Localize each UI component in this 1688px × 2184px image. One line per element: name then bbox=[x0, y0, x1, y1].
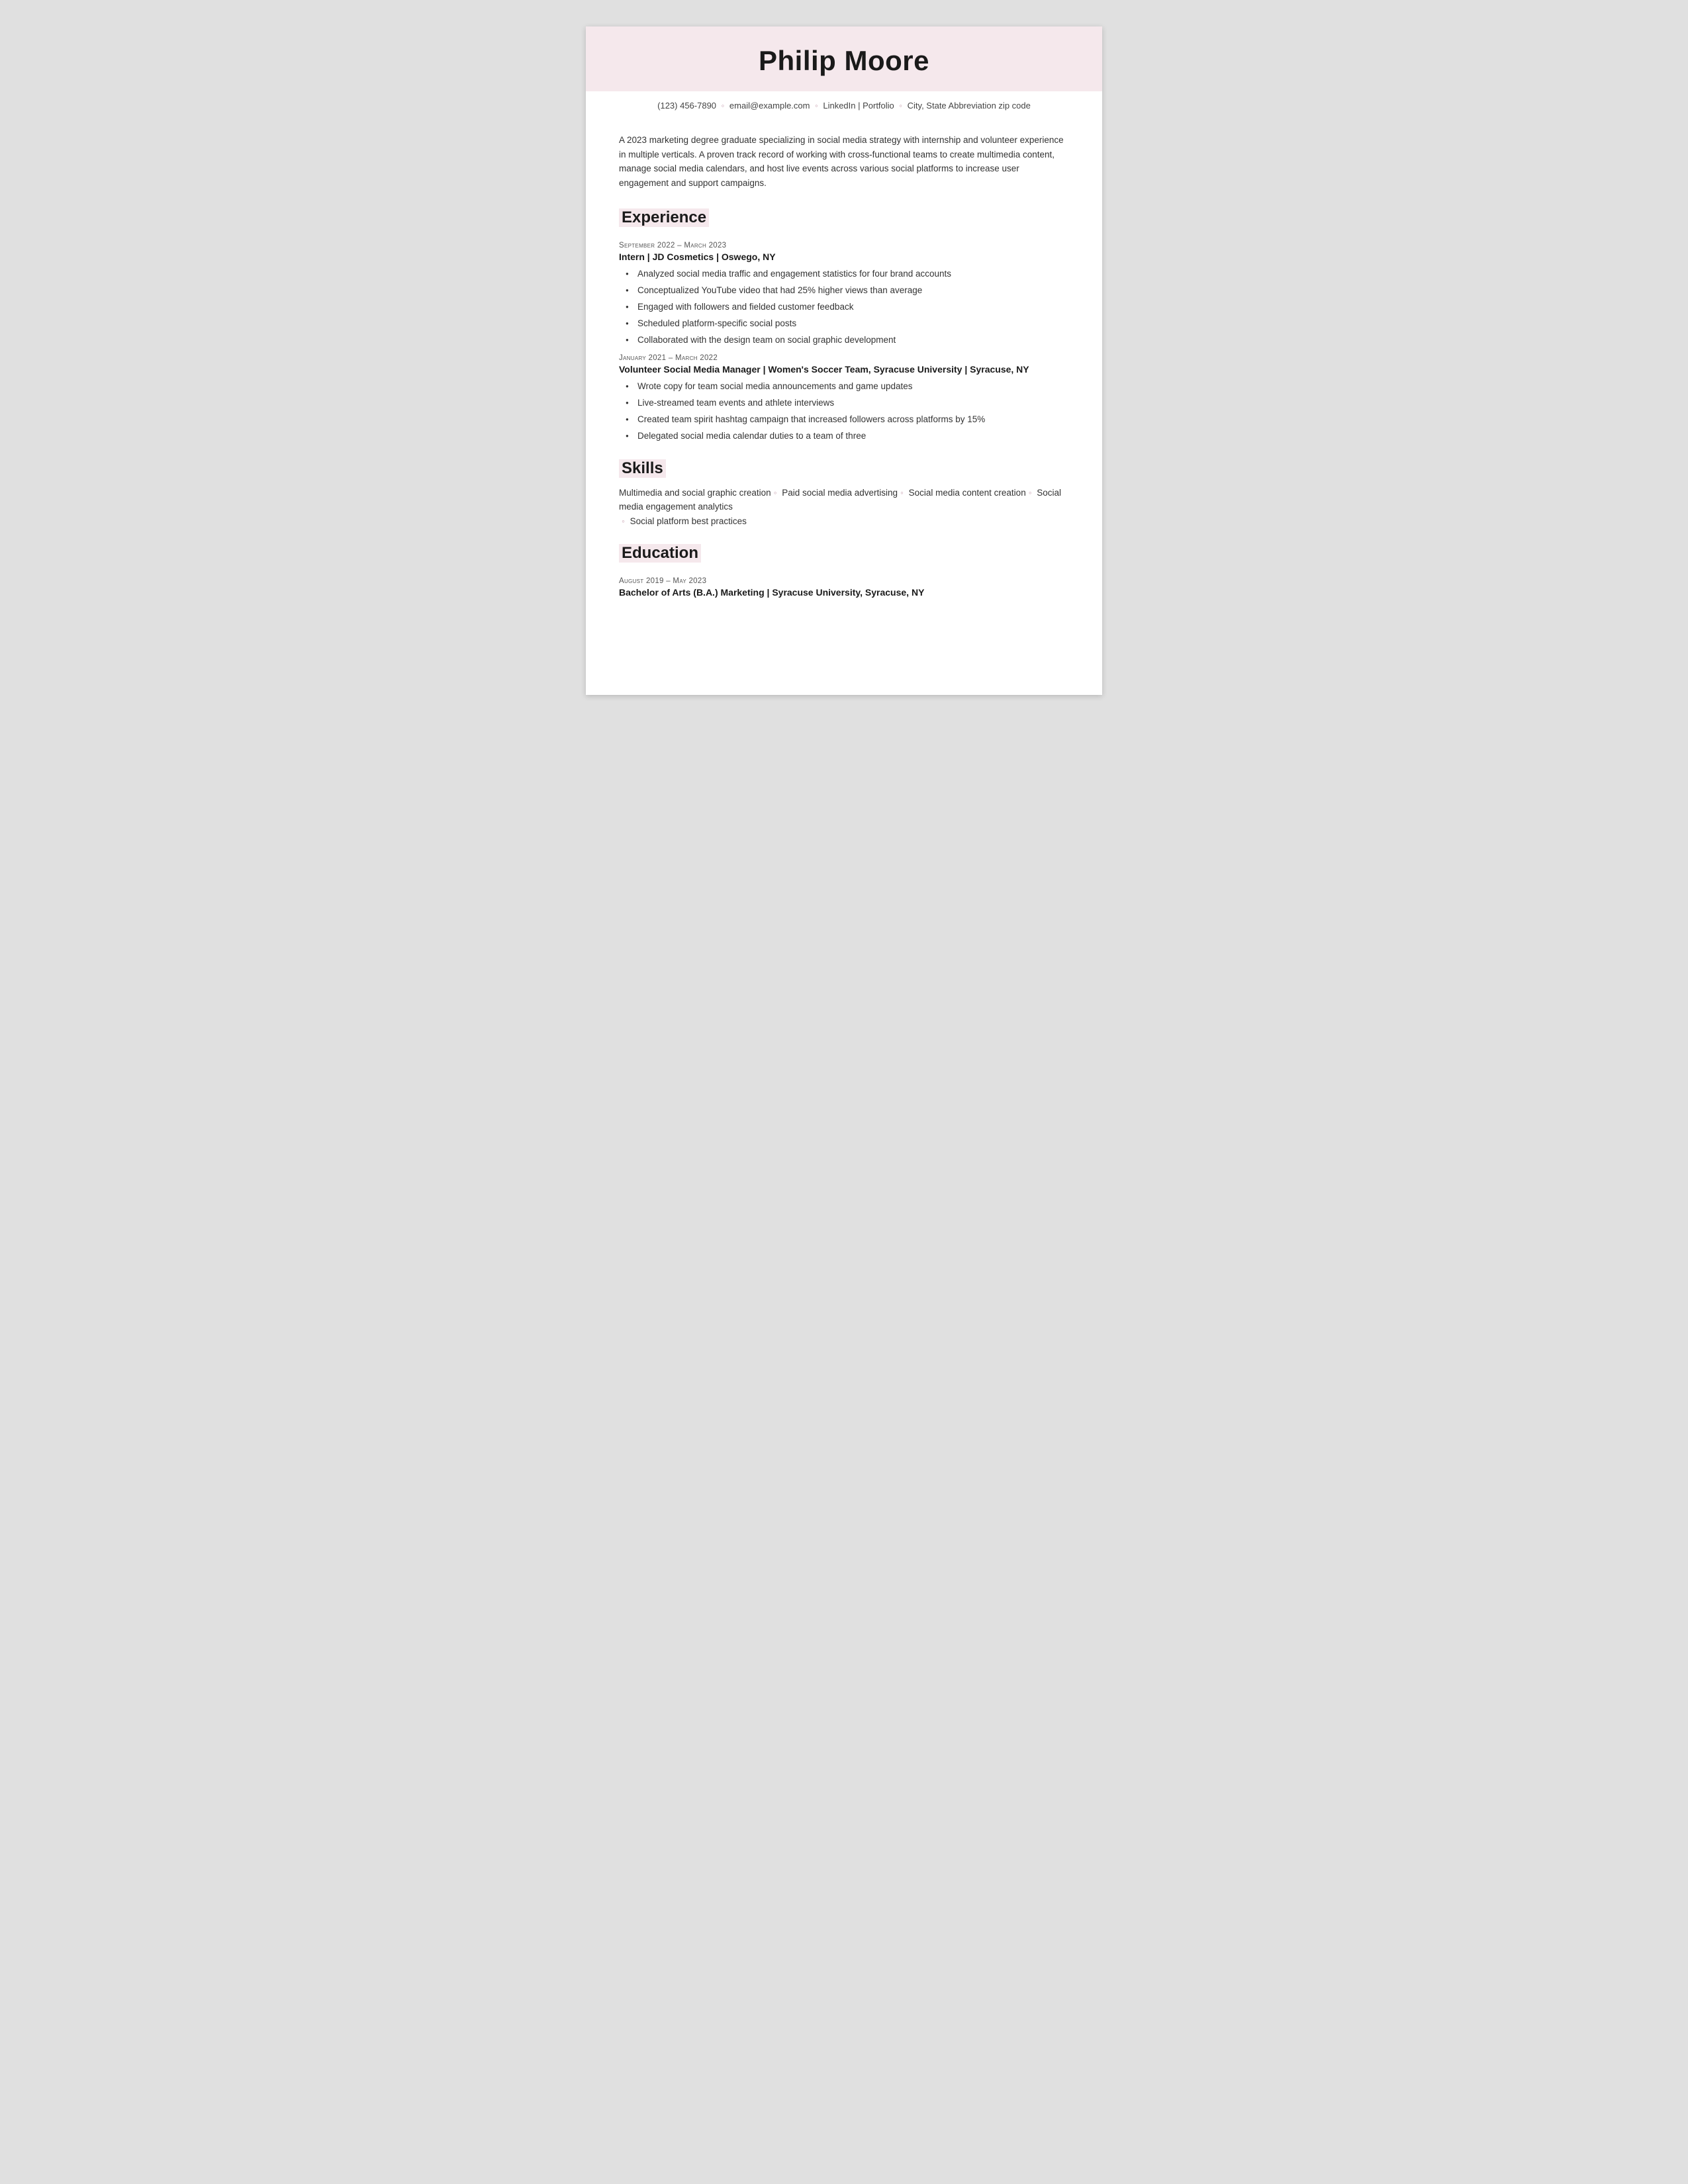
list-item: Conceptualized YouTube video that had 25… bbox=[626, 284, 1069, 298]
list-item: Wrote copy for team social media announc… bbox=[626, 380, 1069, 394]
skill-item-2: Social media content creation bbox=[909, 488, 1026, 498]
edu-degree: Bachelor of Arts (B.A.) Marketing | Syra… bbox=[619, 587, 1069, 598]
job1-title: Intern | JD Cosmetics | Oswego, NY bbox=[619, 251, 1069, 262]
job2-title: Volunteer Social Media Manager | Women's… bbox=[619, 364, 1069, 375]
skills-content: Multimedia and social graphic creation◦ … bbox=[619, 486, 1069, 529]
list-item: Delegated social media calendar duties t… bbox=[626, 430, 1069, 443]
job2-date: January 2021 – March 2022 bbox=[619, 354, 1069, 362]
experience-section: Experience September 2022 – March 2023 I… bbox=[619, 208, 1069, 443]
skill-sep-2: ◦ bbox=[1029, 488, 1032, 498]
job1-bullets: Analyzed social media traffic and engage… bbox=[626, 267, 1069, 347]
contact-email: email@example.com bbox=[729, 101, 810, 111]
skill-sep-3: ◦ bbox=[622, 516, 625, 526]
skills-title: Skills bbox=[619, 459, 666, 478]
resume-body: A 2023 marketing degree graduate special… bbox=[586, 117, 1102, 598]
contact-phone: (123) 456-7890 bbox=[657, 101, 716, 111]
list-item: Engaged with followers and fielded custo… bbox=[626, 300, 1069, 314]
job-entry-1: September 2022 – March 2023 Intern | JD … bbox=[619, 242, 1069, 347]
list-item: Analyzed social media traffic and engage… bbox=[626, 267, 1069, 281]
job1-date: September 2022 – March 2023 bbox=[619, 242, 1069, 250]
job-entry-2: January 2021 – March 2022 Volunteer Soci… bbox=[619, 354, 1069, 443]
list-item: Live-streamed team events and athlete in… bbox=[626, 396, 1069, 410]
edu-entry-0: August 2019 – May 2023 Bachelor of Arts … bbox=[619, 577, 1069, 598]
skills-section: Skills Multimedia and social graphic cre… bbox=[619, 459, 1069, 529]
list-item: Created team spirit hashtag campaign tha… bbox=[626, 413, 1069, 427]
contact-linkedin: LinkedIn | Portfolio bbox=[823, 101, 894, 111]
sep1: ◦ bbox=[722, 101, 725, 111]
sep3: ◦ bbox=[899, 101, 902, 111]
edu-date: August 2019 – May 2023 bbox=[619, 577, 1069, 585]
skill-sep-0: ◦ bbox=[774, 488, 777, 498]
job2-bullets: Wrote copy for team social media announc… bbox=[626, 380, 1069, 443]
skill-item-0: Multimedia and social graphic creation bbox=[619, 488, 771, 498]
list-item: Collaborated with the design team on soc… bbox=[626, 334, 1069, 347]
summary-section: A 2023 marketing degree graduate special… bbox=[619, 133, 1069, 190]
header-banner: Philip Moore bbox=[586, 26, 1102, 91]
contact-location: City, State Abbreviation zip code bbox=[908, 101, 1031, 111]
experience-title: Experience bbox=[619, 208, 709, 227]
skill-sep-1: ◦ bbox=[900, 488, 904, 498]
sep2: ◦ bbox=[815, 101, 818, 111]
list-item: Scheduled platform-specific social posts bbox=[626, 317, 1069, 331]
education-section: Education August 2019 – May 2023 Bachelo… bbox=[619, 544, 1069, 598]
skill-item-1: Paid social media advertising bbox=[782, 488, 898, 498]
skill-item-4: Social platform best practices bbox=[630, 516, 747, 526]
summary-text: A 2023 marketing degree graduate special… bbox=[619, 133, 1069, 190]
candidate-name: Philip Moore bbox=[612, 45, 1076, 77]
resume-page: Philip Moore (123) 456-7890 ◦ email@exam… bbox=[586, 26, 1102, 695]
education-title: Education bbox=[619, 544, 701, 563]
contact-bar: (123) 456-7890 ◦ email@example.com ◦ Lin… bbox=[586, 91, 1102, 117]
